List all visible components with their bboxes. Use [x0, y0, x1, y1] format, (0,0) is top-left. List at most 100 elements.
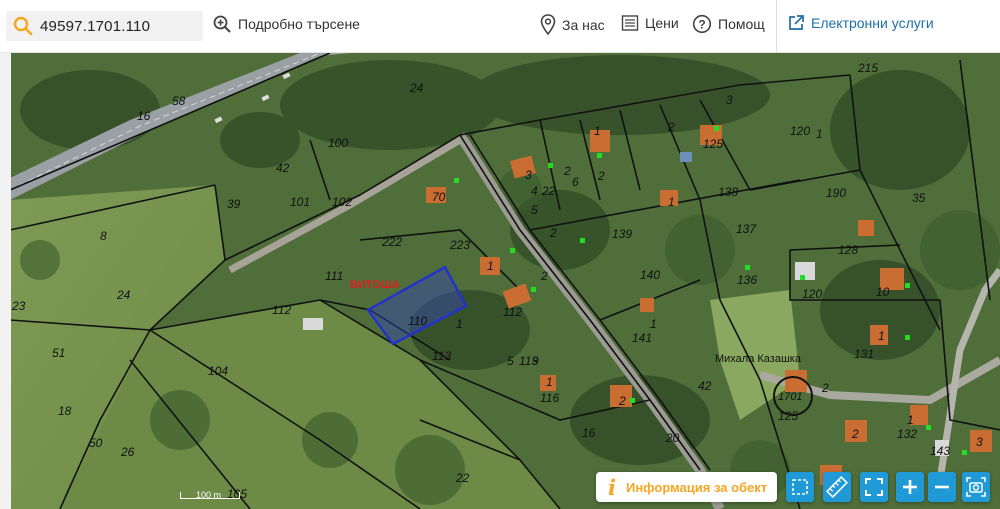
zoom-in-button[interactable]	[896, 472, 924, 502]
parcel-number: 139	[612, 227, 632, 241]
parcel-number: 4	[531, 184, 538, 198]
parcel-number: 1	[456, 317, 463, 331]
measure-button[interactable]	[823, 472, 851, 502]
parcel-number: 116	[540, 391, 559, 405]
parcel-number: 125	[778, 409, 798, 423]
nav-divider	[776, 0, 777, 53]
parcel-number: 8	[100, 229, 107, 243]
minus-icon	[935, 485, 949, 489]
parcel-number: 39	[227, 197, 241, 211]
parcel-number: 128	[838, 243, 858, 257]
zoom-out-button[interactable]	[928, 472, 956, 502]
prices-link[interactable]: Цени	[621, 14, 679, 32]
price-list-icon	[621, 15, 639, 31]
parcel-number: 1	[487, 259, 494, 273]
parcel-number: 24	[409, 81, 424, 95]
parcel-number: 2	[549, 226, 557, 240]
screenshot-button[interactable]	[962, 472, 990, 502]
parcel-number: 112	[503, 305, 522, 319]
parcel-number: 120	[790, 124, 810, 138]
parcel-number: 104	[208, 364, 228, 378]
parcel-number: 3	[726, 93, 733, 107]
parcel-number: 132	[897, 427, 917, 441]
parcel-number: 113	[432, 349, 451, 363]
map-pin-icon	[540, 14, 556, 36]
parcel-number: 222	[381, 235, 402, 249]
parcel-number: 1	[878, 329, 885, 343]
parcel-number: 1	[594, 124, 601, 138]
district-label: ВИТОША	[350, 279, 400, 291]
parcel-number: 100	[328, 136, 348, 150]
parcel-number: 6	[572, 175, 579, 189]
map-canvas[interactable]: 215 58 16 24 120 1 100 42 125 3 2 1 70 3…	[0, 53, 1000, 509]
parcel-number: 2	[540, 269, 548, 283]
svg-text:?: ?	[698, 18, 705, 32]
parcel-number: 143	[930, 444, 950, 458]
help-icon: ?	[692, 14, 712, 34]
parcel-number: 113	[519, 354, 538, 368]
parcel-number: 3	[976, 435, 983, 449]
help-label: Помощ	[718, 16, 765, 32]
parcel-number: 2	[821, 381, 829, 395]
parcel-number: 2	[667, 120, 675, 134]
fullscreen-button[interactable]	[860, 472, 888, 502]
parcel-number: 2	[597, 169, 605, 183]
plan-number-label: 1701	[778, 391, 802, 403]
e-services-label: Електронни услуги	[811, 15, 934, 31]
parcel-number: 22	[455, 471, 470, 485]
parcel-number: 140	[640, 268, 660, 282]
place-label: Михала Казашка	[715, 353, 802, 365]
parcel-number: 1	[546, 375, 553, 389]
fullscreen-icon	[865, 478, 883, 496]
parcel-number: 3	[525, 168, 532, 182]
zoom-plus-icon	[213, 15, 231, 33]
parcel-number: 101	[290, 195, 310, 209]
map-edge-strip	[0, 53, 11, 509]
parcel-number: 51	[52, 346, 65, 360]
parcel-number: 120	[802, 287, 822, 301]
parcel-number: 1	[907, 413, 914, 427]
parcel-number: 2	[851, 427, 859, 441]
parcel-number: 131	[854, 347, 874, 361]
parcel-number: 141	[632, 331, 652, 345]
parcel-number: 138	[718, 185, 738, 199]
about-link[interactable]: За нас	[540, 14, 605, 36]
e-services-link[interactable]: Електронни услуги	[787, 14, 934, 32]
parcel-number: 70	[432, 190, 446, 204]
parcel-number: 42	[698, 379, 712, 393]
parcel-number: 1	[816, 127, 823, 141]
parcel-number: 20	[665, 431, 680, 445]
plus-icon	[903, 480, 917, 494]
select-area-icon	[792, 479, 808, 495]
parcel-number: 42	[276, 161, 290, 175]
parcel-number: 102	[332, 195, 352, 209]
advanced-search-link[interactable]: Подробно търсене	[212, 14, 360, 34]
ruler-icon	[826, 476, 848, 498]
parcel-number: 136	[737, 273, 757, 287]
select-area-button[interactable]	[786, 472, 814, 502]
top-bar: 49597.1701.110 Подробно търсене За нас Ц…	[0, 0, 1000, 53]
parcel-number: 58	[172, 94, 186, 108]
scale-label: 100 m	[196, 490, 222, 500]
object-info-button[interactable]: i Информация за обект	[596, 472, 777, 502]
parcel-number: 110	[408, 314, 427, 328]
parcel-number: 18	[58, 404, 72, 418]
help-link[interactable]: ? Помощ	[692, 14, 765, 34]
prices-label: Цени	[645, 15, 679, 31]
parcel-number: 125	[703, 137, 723, 151]
parcel-number: 1	[650, 317, 657, 331]
parcel-number: 26	[120, 445, 135, 459]
search-field[interactable]: 49597.1701.110	[6, 11, 203, 41]
parcel-number: 5	[531, 203, 538, 217]
external-link-icon	[789, 15, 804, 30]
cadastral-map[interactable]: 215 58 16 24 120 1 100 42 125 3 2 1 70 3…	[0, 53, 1000, 509]
search-value[interactable]: 49597.1701.110	[40, 18, 150, 35]
parcel-number: 223	[449, 238, 470, 252]
parcel-number: 10	[876, 285, 890, 299]
camera-icon	[966, 477, 986, 497]
parcel-number: 16	[582, 426, 596, 440]
parcel-number: 5	[507, 354, 514, 368]
parcel-number: 2	[563, 164, 571, 178]
parcel-number: 22	[541, 184, 556, 198]
parcel-number: 2	[618, 394, 626, 408]
